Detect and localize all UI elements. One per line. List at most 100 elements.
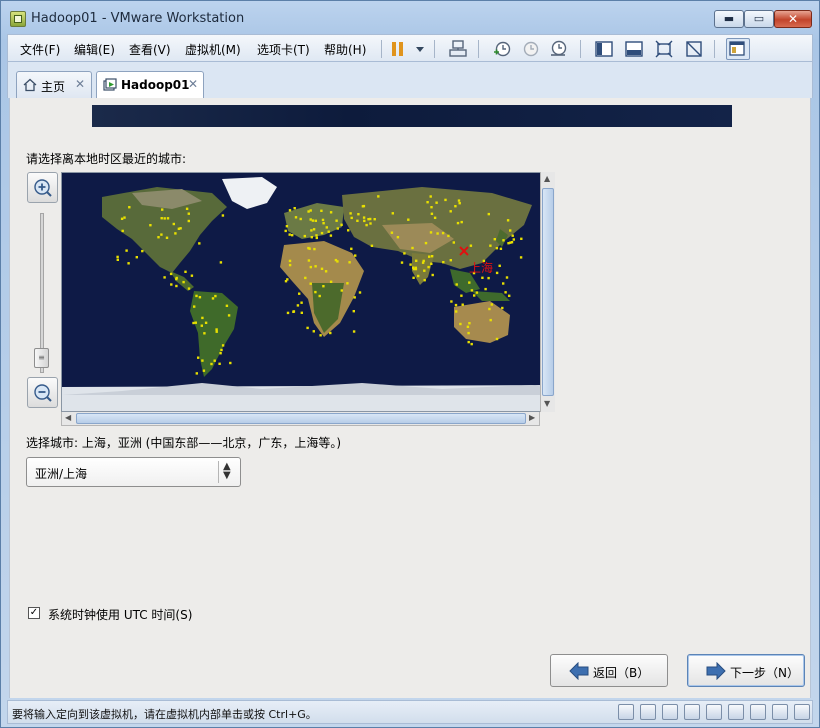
city-marker[interactable] xyxy=(427,265,430,269)
city-marker[interactable] xyxy=(449,210,452,213)
city-marker[interactable] xyxy=(194,321,197,324)
city-marker[interactable] xyxy=(170,283,173,286)
city-marker[interactable] xyxy=(308,247,311,250)
city-marker[interactable] xyxy=(227,314,231,317)
city-marker[interactable] xyxy=(292,310,296,313)
city-marker[interactable] xyxy=(506,219,510,222)
city-marker[interactable] xyxy=(315,234,318,237)
next-button[interactable]: 下一步（N） xyxy=(687,654,805,687)
city-marker[interactable] xyxy=(219,352,222,355)
city-marker[interactable] xyxy=(284,280,288,283)
map-vertical-scrollbar[interactable]: ▲ ▼ xyxy=(540,172,555,412)
city-marker[interactable] xyxy=(460,220,463,224)
city-marker[interactable] xyxy=(348,261,351,264)
city-marker[interactable] xyxy=(354,254,357,257)
city-marker[interactable] xyxy=(175,284,178,288)
city-marker[interactable] xyxy=(315,236,318,240)
city-marker[interactable] xyxy=(314,219,317,222)
city-marker[interactable] xyxy=(468,281,471,284)
scroll-left-icon[interactable]: ◀ xyxy=(65,413,71,422)
city-marker[interactable] xyxy=(499,247,503,250)
city-marker[interactable] xyxy=(312,330,315,333)
city-marker[interactable] xyxy=(390,231,394,234)
city-marker[interactable] xyxy=(184,270,187,273)
city-marker[interactable] xyxy=(120,217,124,220)
city-marker[interactable] xyxy=(340,223,343,226)
city-marker[interactable] xyxy=(370,244,374,247)
city-marker[interactable] xyxy=(182,280,185,284)
city-marker[interactable] xyxy=(221,214,225,217)
city-marker[interactable] xyxy=(411,246,414,250)
city-marker[interactable] xyxy=(175,276,178,280)
city-marker[interactable] xyxy=(362,216,366,219)
city-marker[interactable] xyxy=(229,361,232,365)
city-marker[interactable] xyxy=(321,218,325,222)
close-button[interactable]: ✕ xyxy=(774,10,812,28)
city-marker[interactable] xyxy=(508,294,511,297)
city-marker[interactable] xyxy=(141,249,144,253)
city-marker[interactable] xyxy=(467,340,470,344)
city-marker[interactable] xyxy=(461,303,464,306)
city-marker[interactable] xyxy=(352,310,355,313)
city-marker[interactable] xyxy=(519,256,523,259)
city-marker[interactable] xyxy=(319,334,322,337)
city-marker[interactable] xyxy=(311,219,315,222)
city-marker[interactable] xyxy=(502,239,505,242)
menu-file[interactable]: 文件(F) xyxy=(20,41,60,58)
cdrom-status-icon[interactable] xyxy=(640,704,656,720)
city-marker[interactable] xyxy=(356,219,359,222)
city-marker[interactable] xyxy=(504,291,507,294)
city-marker[interactable] xyxy=(298,292,301,295)
send-ctrl-alt-del-button[interactable] xyxy=(448,39,468,59)
city-marker[interactable] xyxy=(300,311,303,314)
city-marker[interactable] xyxy=(452,241,455,244)
city-marker[interactable] xyxy=(125,249,128,252)
city-marker[interactable] xyxy=(336,260,339,263)
city-marker[interactable] xyxy=(220,348,223,352)
full-screen-button[interactable] xyxy=(654,39,674,59)
city-marker[interactable] xyxy=(313,247,316,251)
city-marker[interactable] xyxy=(347,229,350,232)
city-marker[interactable] xyxy=(415,259,418,262)
city-marker[interactable] xyxy=(350,247,353,250)
city-marker[interactable] xyxy=(469,244,473,247)
city-marker[interactable] xyxy=(318,294,321,298)
city-marker[interactable] xyxy=(284,229,287,233)
revert-snapshot-button[interactable] xyxy=(520,39,540,59)
city-marker[interactable] xyxy=(324,270,328,273)
city-marker[interactable] xyxy=(161,208,164,211)
city-marker[interactable] xyxy=(165,236,169,239)
city-marker[interactable] xyxy=(430,255,434,258)
city-marker[interactable] xyxy=(310,236,313,239)
city-marker[interactable] xyxy=(160,217,163,220)
city-marker[interactable] xyxy=(195,372,198,375)
city-marker[interactable] xyxy=(163,276,166,279)
tab-home-close-icon[interactable]: ✕ xyxy=(75,77,85,91)
city-marker[interactable] xyxy=(309,265,312,269)
city-marker[interactable] xyxy=(361,205,365,208)
city-marker[interactable] xyxy=(423,279,426,282)
city-marker[interactable] xyxy=(299,217,302,221)
city-marker[interactable] xyxy=(200,324,203,327)
city-marker[interactable] xyxy=(215,328,218,331)
city-marker[interactable] xyxy=(327,230,330,233)
city-marker[interactable] xyxy=(481,276,484,279)
city-marker[interactable] xyxy=(489,318,492,322)
city-marker[interactable] xyxy=(329,280,333,283)
back-button[interactable]: 返回（B） xyxy=(550,654,668,687)
city-marker[interactable] xyxy=(325,226,328,229)
network-status-icon[interactable] xyxy=(684,704,700,720)
city-marker[interactable] xyxy=(310,229,313,232)
city-marker[interactable] xyxy=(293,207,296,210)
city-marker[interactable] xyxy=(304,276,307,280)
city-marker[interactable] xyxy=(520,237,523,240)
city-marker[interactable] xyxy=(160,233,163,236)
printer-status-icon[interactable] xyxy=(750,704,766,720)
scroll-up-icon[interactable]: ▲ xyxy=(544,174,550,183)
city-marker[interactable] xyxy=(350,216,353,220)
city-marker[interactable] xyxy=(303,234,306,238)
city-marker[interactable] xyxy=(407,218,410,221)
city-marker[interactable] xyxy=(314,265,317,268)
city-marker[interactable] xyxy=(403,252,406,255)
scroll-right-icon[interactable]: ▶ xyxy=(529,413,535,422)
